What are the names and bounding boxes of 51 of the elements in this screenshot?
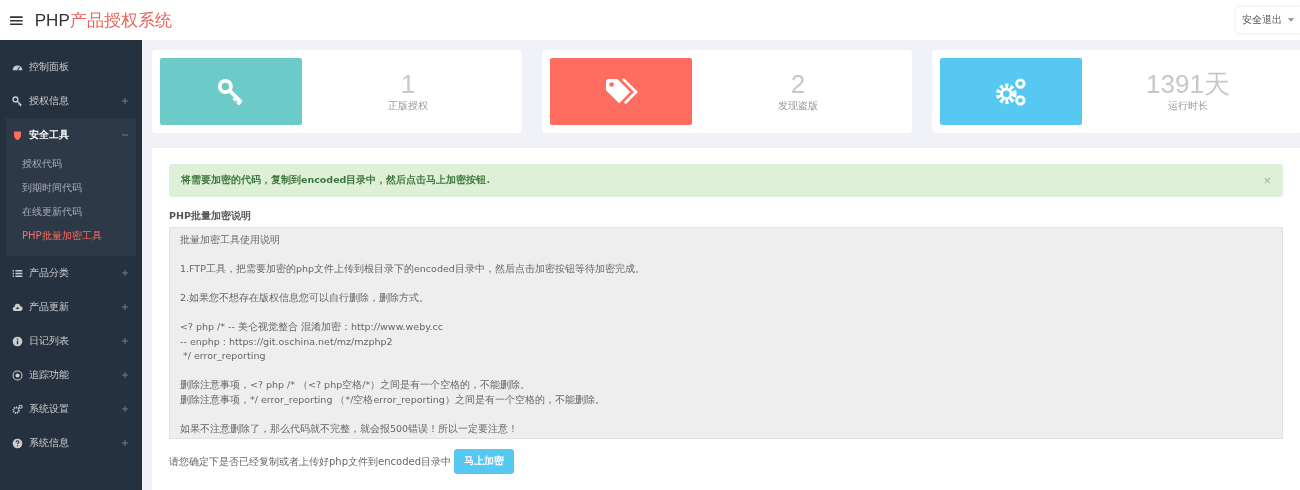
- sidebar-item[interactable]: 系统设置: [0, 392, 142, 426]
- list-icon: [12, 267, 23, 279]
- stat-label: 运行时长: [1168, 98, 1208, 113]
- submenu-item[interactable]: 授权代码: [6, 152, 136, 176]
- minus-icon: [122, 132, 128, 138]
- text-line: 删除注意事项，*/ error_reporting （*/空格error_reporting）之间是有一个空格的，不能删除。: [180, 392, 605, 407]
- text-line: 批量加密工具使用说明: [180, 233, 280, 247]
- sidebar-item[interactable]: 追踪功能: [0, 358, 142, 392]
- logout-dropdown[interactable]: 安全退出: [1236, 7, 1300, 33]
- gears-icon: [994, 76, 1028, 107]
- stat-label: 发现盗版: [778, 98, 818, 113]
- app-title: PHP产品授权系统: [34, 9, 172, 32]
- sidebar-item[interactable]: 产品分类: [0, 256, 142, 290]
- tags-icon: [604, 76, 638, 107]
- menu-icon[interactable]: ≡: [8, 8, 25, 32]
- plus-icon: [122, 372, 128, 378]
- key-icon: [12, 95, 23, 107]
- submenu-item[interactable]: PHP批量加密工具: [6, 224, 136, 248]
- cloud-upload-icon: [12, 301, 23, 313]
- info-icon: [12, 335, 23, 347]
- plus-icon: [122, 406, 128, 412]
- caret-icon: [1288, 18, 1294, 22]
- target-icon: [12, 369, 23, 381]
- text-line: 2.如果您不想存在版权信息您可以自行删除，删除方式。: [180, 291, 430, 305]
- plus-icon: [122, 98, 128, 104]
- question-icon: [12, 437, 23, 449]
- sidebar-item[interactable]: 系统信息: [0, 426, 142, 460]
- sidebar-item[interactable]: 日记列表: [0, 324, 142, 358]
- gears-icon: [12, 403, 23, 415]
- text-line: 如果不注意删除了，那么代码就不完整，就会报500错误！所以一定要注意！: [180, 421, 519, 436]
- text-line: -- enphp : https://git.oschina.net/mz/mzphp2: [180, 334, 393, 349]
- text-line: <? php /* -- 美仑视觉整合 混淆加密：http://www.weby.cc: [180, 320, 443, 334]
- plus-icon: [122, 270, 128, 276]
- submenu-item[interactable]: 在线更新代码: [6, 200, 136, 224]
- text-line: 1.FTP工具，把需要加密的php文件上传到根目录下的encoded目录中，然后点击加密按钮等待加密完成。: [180, 262, 645, 276]
- field-label: PHP批量加密说明: [169, 210, 252, 223]
- plus-icon: [122, 304, 128, 310]
- confirm-hint: 请您确定下是否已经复制或者上传好php文件到encoded目录中: [169, 454, 451, 469]
- stat-label: 正版授权: [388, 98, 428, 113]
- alert-message: 将需要加密的代码，复制到encoded目录中，然后点击马上加密按钮.: [181, 174, 491, 187]
- text-line: 删除注意事项，<? php /* （<? php空格/*）之间是有一个空格的，不能删除。: [180, 378, 531, 392]
- sidebar-item[interactable]: 控制面板: [0, 50, 142, 84]
- text-line: */ error_reporting: [182, 349, 266, 363]
- plus-icon: [122, 440, 128, 446]
- sidebar-item[interactable]: 产品更新: [0, 290, 142, 324]
- shield-icon: [12, 129, 23, 141]
- submenu-item[interactable]: 到期时间代码: [6, 176, 136, 200]
- sidebar-item[interactable]: 授权信息: [0, 84, 142, 118]
- sidebar-item[interactable]: 安全工具: [6, 118, 136, 152]
- code-textarea[interactable]: [169, 227, 1283, 439]
- plus-icon: [122, 338, 128, 344]
